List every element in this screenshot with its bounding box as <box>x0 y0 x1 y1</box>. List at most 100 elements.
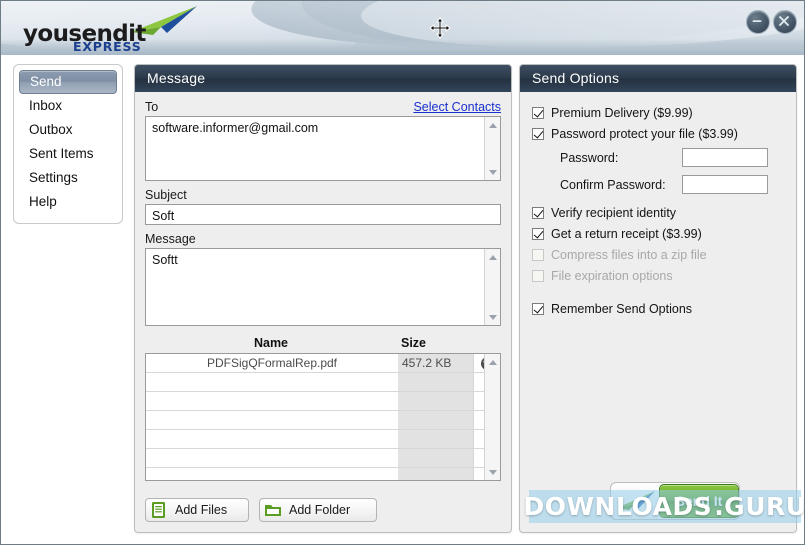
attachments-table: Name Size PDFSigQFormalRep.pdf 457.2 KB <box>145 336 501 481</box>
minimize-icon <box>752 20 762 22</box>
table-row[interactable] <box>146 449 500 468</box>
attachments-scrollbar[interactable] <box>484 354 500 480</box>
add-files-button[interactable]: Add Files <box>145 498 249 522</box>
send-options-panel: Send Options Premium Delivery ($9.99) Pa… <box>519 64 797 533</box>
to-input[interactable]: software.informer@gmail.com <box>145 116 501 181</box>
option-label: Compress files into a zip file <box>551 247 707 262</box>
sidebar-item-label: Settings <box>29 170 78 185</box>
to-label: To <box>145 100 159 114</box>
option-remember-send-options[interactable]: Remember Send Options <box>532 298 784 319</box>
checkbox-checked-icon[interactable] <box>532 206 544 219</box>
message-label: Message <box>145 232 196 246</box>
folder-icon <box>265 505 281 516</box>
send-options-title: Send Options <box>520 65 796 92</box>
to-field-header: To Select Contacts <box>145 100 501 116</box>
table-header-row: Name Size <box>145 336 501 353</box>
option-return-receipt[interactable]: Get a return receipt ($3.99) <box>532 223 784 244</box>
sidebar-item-outbox[interactable]: Outbox <box>19 118 117 142</box>
cell-file-size <box>398 373 474 391</box>
cell-file-size: 457.2 KB <box>398 354 474 372</box>
confirm-password-field[interactable] <box>682 175 768 194</box>
sidebar-item-settings[interactable]: Settings <box>19 166 117 190</box>
option-verify-recipient-identity[interactable]: Verify recipient identity <box>532 202 784 223</box>
column-header-size: Size <box>401 336 427 350</box>
table-row[interactable] <box>146 373 500 392</box>
table-row[interactable] <box>146 430 500 449</box>
checkbox-checked-icon[interactable] <box>532 302 544 315</box>
password-field[interactable] <box>682 148 768 167</box>
option-label: Password protect your file ($3.99) <box>551 126 738 141</box>
cell-file-size <box>398 430 474 448</box>
logo-subtitle: EXPRESS <box>73 39 142 54</box>
options-spacer <box>532 286 784 298</box>
table-row[interactable]: PDFSigQFormalRep.pdf 457.2 KB <box>146 354 500 373</box>
send-it-label: Send It <box>659 484 739 518</box>
sidebar-item-label: Sent Items <box>29 146 94 161</box>
cell-file-size <box>398 468 474 480</box>
subject-input[interactable]: Soft <box>145 204 501 225</box>
sidebar-item-label: Inbox <box>29 98 63 113</box>
title-bar: yousendit EXPRESS <box>1 1 804 55</box>
subject-label: Subject <box>145 188 187 202</box>
sidebar-item-sent-items[interactable]: Sent Items <box>19 142 117 166</box>
sidebar-nav: Send Inbox Outbox Sent Items Settings He… <box>13 64 123 224</box>
paper-plane-icon <box>617 491 655 510</box>
attachments-table-body[interactable]: PDFSigQFormalRep.pdf 457.2 KB <box>145 353 501 481</box>
table-row[interactable] <box>146 411 500 430</box>
checkbox-checked-icon[interactable] <box>532 227 544 240</box>
move-cursor-icon <box>429 17 451 39</box>
send-it-button[interactable]: Send It <box>610 482 740 520</box>
option-label: Verify recipient identity <box>551 205 677 220</box>
message-input-value: Softt <box>152 253 178 267</box>
minimize-button[interactable] <box>746 10 770 34</box>
sidebar-item-inbox[interactable]: Inbox <box>19 94 117 118</box>
yousendit-express-window: yousendit EXPRESS Send Inbox Outbox Sent… <box>0 0 805 545</box>
add-files-label: Add Files <box>175 503 228 517</box>
close-button[interactable] <box>773 10 797 34</box>
option-label: Premium Delivery ($9.99) <box>551 105 693 120</box>
scroll-up-icon[interactable] <box>485 249 500 265</box>
file-actions: Add Files Add Folder <box>145 498 377 522</box>
sidebar-item-help[interactable]: Help <box>19 190 117 214</box>
scroll-down-icon[interactable] <box>485 164 500 180</box>
option-premium-delivery[interactable]: Premium Delivery ($9.99) <box>532 102 784 123</box>
column-header-name: Name <box>253 336 289 350</box>
checkbox-checked-icon[interactable] <box>532 127 544 140</box>
send-options-body: Premium Delivery ($9.99) Password protec… <box>520 92 796 319</box>
option-password-protect[interactable]: Password protect your file ($3.99) <box>532 123 784 144</box>
sidebar-item-label: Outbox <box>29 122 73 137</box>
message-panel: Message To Select Contacts software.info… <box>134 64 512 533</box>
message-input[interactable]: Softt <box>145 248 501 326</box>
message-scrollbar[interactable] <box>484 249 500 325</box>
scroll-up-icon[interactable] <box>485 117 500 133</box>
message-panel-title: Message <box>135 65 511 92</box>
to-scrollbar[interactable] <box>484 117 500 180</box>
subject-input-value: Soft <box>152 209 175 223</box>
select-contacts-link[interactable]: Select Contacts <box>413 100 501 114</box>
scroll-down-icon[interactable] <box>485 309 500 325</box>
confirm-password-row: Confirm Password: <box>532 171 784 198</box>
sidebar-item-label: Send <box>30 74 62 89</box>
cell-file-size <box>398 392 474 410</box>
table-row[interactable] <box>146 392 500 411</box>
sidebar-item-send[interactable]: Send <box>19 70 117 94</box>
add-folder-button[interactable]: Add Folder <box>259 498 377 522</box>
option-compress-zip: Compress files into a zip file <box>532 244 784 265</box>
confirm-password-label: Confirm Password: <box>560 177 666 192</box>
option-file-expiration: File expiration options <box>532 265 784 286</box>
table-row[interactable] <box>146 468 500 480</box>
cell-file-size <box>398 411 474 429</box>
cell-file-size <box>398 449 474 467</box>
checkbox-unchecked-icon <box>532 248 544 261</box>
to-input-value: software.informer@gmail.com <box>152 121 319 135</box>
scroll-up-icon[interactable] <box>485 354 500 370</box>
checkbox-unchecked-icon <box>532 269 544 282</box>
option-label: Get a return receipt ($3.99) <box>551 226 702 241</box>
yousendit-logo: yousendit EXPRESS <box>17 6 197 54</box>
sidebar-item-label: Help <box>29 194 57 209</box>
option-label: File expiration options <box>551 268 673 283</box>
cell-file-name: PDFSigQFormalRep.pdf <box>206 356 338 370</box>
checkbox-checked-icon[interactable] <box>532 106 544 119</box>
scroll-down-icon[interactable] <box>485 464 500 480</box>
option-label: Remember Send Options <box>551 301 693 316</box>
